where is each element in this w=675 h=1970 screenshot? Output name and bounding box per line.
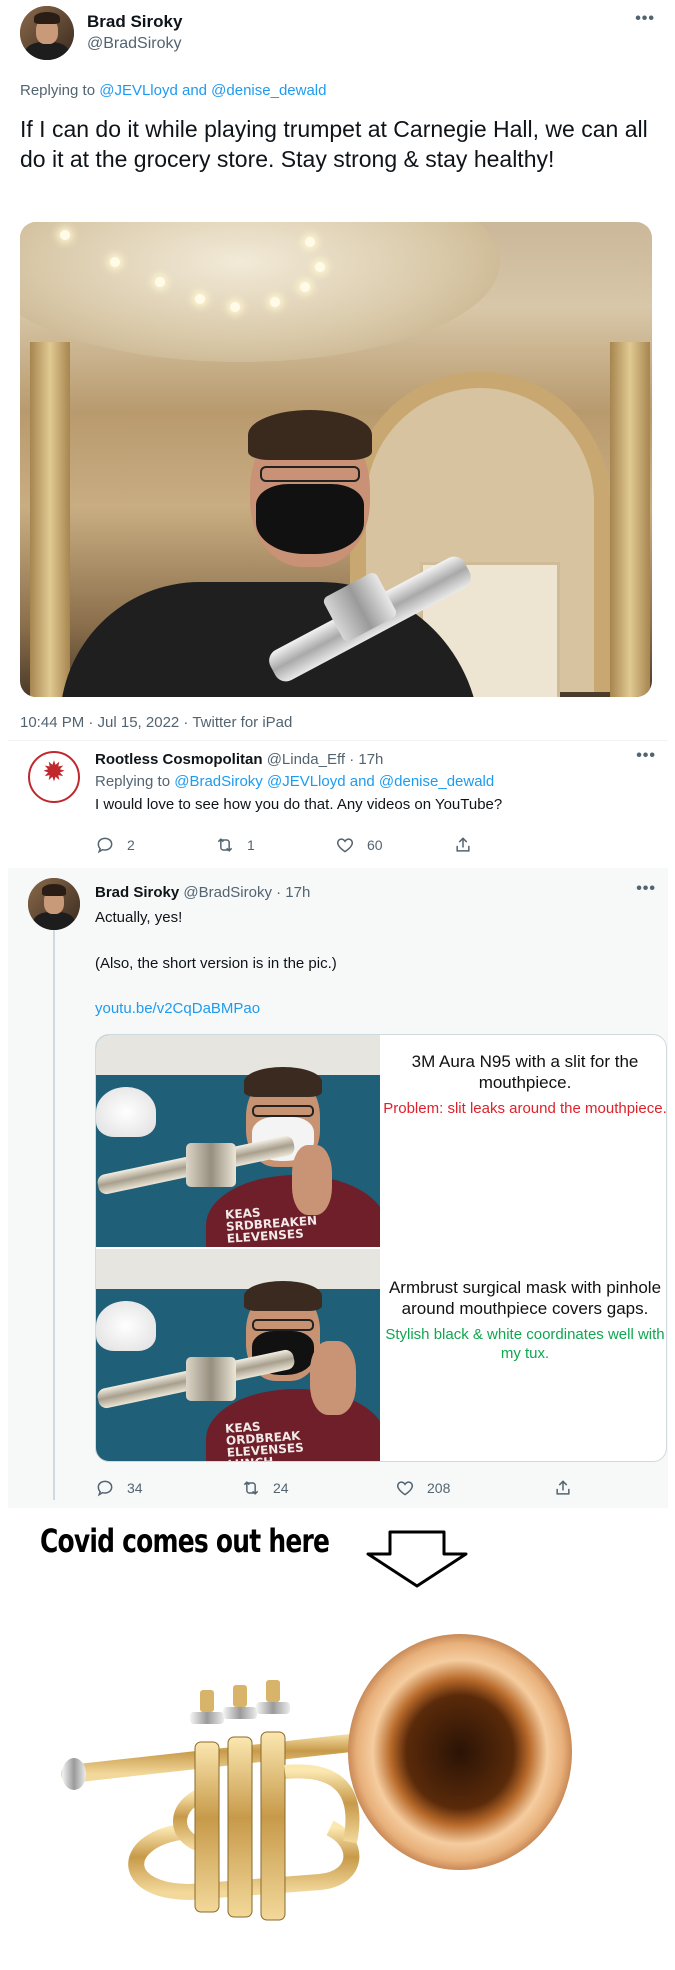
down-arrow-icon xyxy=(366,1530,468,1588)
replying-prefix: Replying to xyxy=(20,82,96,99)
like-count: 60 xyxy=(367,837,383,853)
share-button[interactable] xyxy=(553,1478,585,1498)
tweet-photo[interactable] xyxy=(20,222,652,697)
meme-panel: Covid comes out here xyxy=(0,1512,675,1970)
more-icon[interactable]: ••• xyxy=(635,10,655,28)
reply-text: Actually, yes! xyxy=(95,909,183,926)
replying-to: Replying to @BradSiroky @JEVLloyd and @d… xyxy=(95,773,494,790)
reply-tweet[interactable]: ✹ Rootless Cosmopolitan @Linda_Eff · 17h… xyxy=(8,740,668,868)
attached-image[interactable]: KEAS SRDBREAKEN ELEVENSES KEAS ORDBREAK … xyxy=(95,1034,667,1462)
caption-surgical: Armbrust surgical mask with pinhole arou… xyxy=(382,1277,666,1363)
reply-count: 2 xyxy=(127,837,135,853)
replying-to: Replying to @JEVLloyd and @denise_dewald xyxy=(20,82,326,99)
retweet-count: 1 xyxy=(247,837,255,853)
retweet-icon xyxy=(215,835,235,855)
caption-note: Stylish black & white coordinates well w… xyxy=(385,1326,665,1362)
retweet-button[interactable]: 1 xyxy=(215,835,255,855)
replying-mentions[interactable]: @BradSiroky @JEVLloyd and @denise_dewald xyxy=(174,773,494,790)
mask-photo-surgical: KEAS ORDBREAK ELEVENSES LUNCH xyxy=(96,1249,380,1461)
more-icon[interactable]: ••• xyxy=(636,880,656,898)
caption-problem: Problem: slit leaks around the mouthpiec… xyxy=(383,1100,667,1117)
maple-leaf-icon: ✹ xyxy=(42,756,66,787)
like-button[interactable]: 60 xyxy=(335,835,383,855)
more-icon[interactable]: ••• xyxy=(636,747,656,765)
reply-author[interactable]: Brad Siroky @BradSiroky · 17h xyxy=(95,884,310,901)
share-button[interactable] xyxy=(453,835,485,855)
reply-text-2: (Also, the short version is in the pic.) xyxy=(95,955,337,972)
main-tweet: Brad Siroky @BradSiroky ••• Replying to … xyxy=(0,0,675,740)
retweet-button[interactable]: 24 xyxy=(241,1478,289,1498)
tweet-text: If I can do it while playing trumpet at … xyxy=(20,116,648,172)
retweet-count: 24 xyxy=(273,1480,289,1496)
author-name[interactable]: Brad Siroky xyxy=(87,12,182,32)
avatar[interactable]: ✹ xyxy=(28,751,80,803)
reply-tweet[interactable]: Brad Siroky @BradSiroky · 17h ••• Actual… xyxy=(8,868,668,1508)
retweet-icon xyxy=(241,1478,261,1498)
share-icon xyxy=(453,835,473,855)
meme-caption: Covid comes out here xyxy=(40,1522,330,1560)
share-icon xyxy=(553,1478,573,1498)
caption-surgical-text: Armbrust surgical mask with pinhole arou… xyxy=(388,1278,662,1318)
reply-author-handle[interactable]: @Linda_Eff · 17h xyxy=(267,751,384,768)
reply-author-handle[interactable]: @BradSiroky · 17h xyxy=(183,884,310,901)
reply-icon xyxy=(95,1478,115,1498)
shirt-text: KEAS ORDBREAK ELEVENSES LUNCH xyxy=(224,1419,305,1461)
reply-button[interactable]: 34 xyxy=(95,1478,143,1498)
reply-author-name[interactable]: Rootless Cosmopolitan xyxy=(95,751,263,768)
action-bar: 2 1 60 xyxy=(95,835,655,859)
reply-count: 34 xyxy=(127,1480,143,1496)
like-icon xyxy=(395,1478,415,1498)
mask-photo-n95: KEAS SRDBREAKEN ELEVENSES xyxy=(96,1035,380,1247)
thread-line xyxy=(53,930,55,1500)
replying-prefix: Replying to xyxy=(95,773,171,790)
avatar[interactable] xyxy=(20,6,74,60)
trumpet-image xyxy=(61,1634,572,1921)
caption-n95: 3M Aura N95 with a slit for the mouthpie… xyxy=(382,1051,667,1118)
like-button[interactable]: 208 xyxy=(395,1478,450,1498)
youtube-link[interactable]: youtu.be/v2CqDaBMPao xyxy=(95,1000,260,1017)
avatar[interactable] xyxy=(28,878,80,930)
tweet-meta: 10:44 PM · Jul 15, 2022 · Twitter for iP… xyxy=(20,714,293,731)
action-bar: 34 24 208 xyxy=(95,1478,655,1502)
author-handle[interactable]: @BradSiroky xyxy=(87,35,182,53)
like-icon xyxy=(335,835,355,855)
caption-n95-text: 3M Aura N95 with a slit for the mouthpie… xyxy=(411,1052,639,1092)
reply-author[interactable]: Rootless Cosmopolitan @Linda_Eff · 17h xyxy=(95,751,383,768)
like-count: 208 xyxy=(427,1480,451,1496)
reply-text: I would love to see how you do that. Any… xyxy=(95,796,503,813)
reply-author-name[interactable]: Brad Siroky xyxy=(95,884,179,901)
reply-icon xyxy=(95,835,115,855)
replying-mentions[interactable]: @JEVLloyd and @denise_dewald xyxy=(99,82,326,99)
reply-button[interactable]: 2 xyxy=(95,835,135,855)
